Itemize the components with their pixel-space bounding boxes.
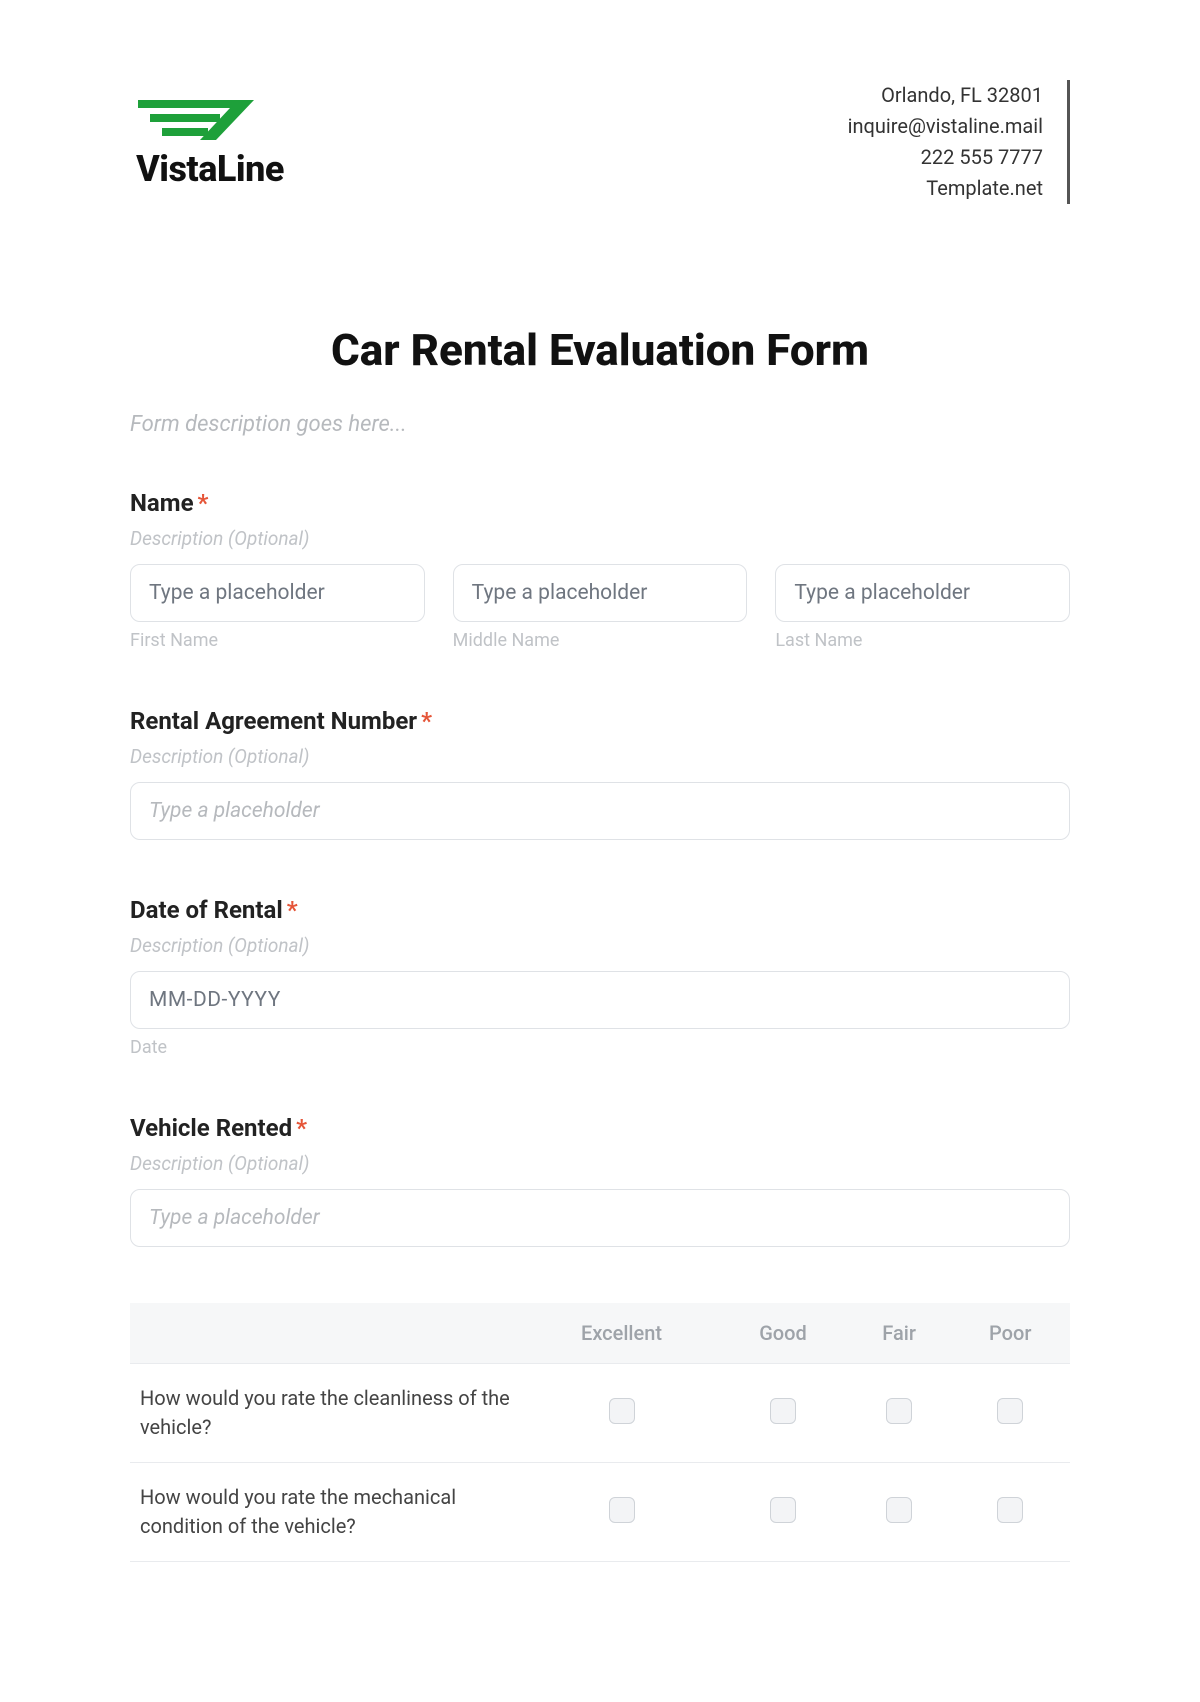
required-mark: * xyxy=(421,707,432,735)
checkbox[interactable] xyxy=(886,1497,912,1523)
checkbox[interactable] xyxy=(770,1497,796,1523)
checkbox[interactable] xyxy=(770,1398,796,1424)
checkbox[interactable] xyxy=(997,1398,1023,1424)
date-sublabel: Date xyxy=(130,1037,1070,1058)
required-mark: * xyxy=(287,896,298,924)
agreement-label: Rental Agreement Number* xyxy=(130,707,1070,735)
rating-question: How would you rate the mechanical condit… xyxy=(130,1463,525,1562)
name-label: Name* xyxy=(130,489,1070,517)
contact-email: inquire@vistaline.mail xyxy=(848,111,1043,142)
field-vehicle: Vehicle Rented* Description (Optional) xyxy=(130,1114,1070,1247)
vehicle-desc[interactable]: Description (Optional) xyxy=(130,1152,1070,1175)
last-name-input[interactable] xyxy=(775,564,1070,622)
wing-icon xyxy=(130,94,290,148)
vehicle-label-text: Vehicle Rented xyxy=(130,1114,292,1142)
vehicle-input[interactable] xyxy=(130,1189,1070,1247)
required-mark: * xyxy=(296,1114,307,1142)
table-row: How would you rate the mechanical condit… xyxy=(130,1463,1070,1562)
agreement-label-text: Rental Agreement Number xyxy=(130,707,417,735)
date-label: Date of Rental* xyxy=(130,896,1070,924)
last-name-sublabel: Last Name xyxy=(775,630,1070,651)
checkbox[interactable] xyxy=(886,1398,912,1424)
table-row: How would you rate the cleanliness of th… xyxy=(130,1364,1070,1463)
field-name: Name* Description (Optional) First Name … xyxy=(130,489,1070,651)
rating-col-excellent: Excellent xyxy=(525,1303,718,1364)
page-header: VistaLine Orlando, FL 32801 inquire@vist… xyxy=(130,80,1070,204)
date-desc[interactable]: Description (Optional) xyxy=(130,934,1070,957)
vehicle-label: Vehicle Rented* xyxy=(130,1114,1070,1142)
contact-address: Orlando, FL 32801 xyxy=(848,80,1043,111)
checkbox[interactable] xyxy=(609,1497,635,1523)
middle-name-sublabel: Middle Name xyxy=(453,630,748,651)
contact-info: Orlando, FL 32801 inquire@vistaline.mail… xyxy=(848,80,1070,204)
field-date: Date of Rental* Description (Optional) D… xyxy=(130,896,1070,1058)
form-title: Car Rental Evaluation Form xyxy=(130,324,1070,376)
name-desc[interactable]: Description (Optional) xyxy=(130,527,1070,550)
first-name-sublabel: First Name xyxy=(130,630,425,651)
required-mark: * xyxy=(198,489,209,517)
field-agreement: Rental Agreement Number* Description (Op… xyxy=(130,707,1070,840)
brand-logo: VistaLine xyxy=(130,94,290,190)
agreement-input[interactable] xyxy=(130,782,1070,840)
checkbox[interactable] xyxy=(997,1497,1023,1523)
contact-phone: 222 555 7777 xyxy=(848,142,1043,173)
agreement-desc[interactable]: Description (Optional) xyxy=(130,745,1070,768)
first-name-input[interactable] xyxy=(130,564,425,622)
date-input[interactable] xyxy=(130,971,1070,1029)
rating-col-fair: Fair xyxy=(848,1303,951,1364)
checkbox[interactable] xyxy=(609,1398,635,1424)
brand-name: VistaLine xyxy=(136,148,284,190)
rating-table: Excellent Good Fair Poor How would you r… xyxy=(130,1303,1070,1562)
rating-question: How would you rate the cleanliness of th… xyxy=(130,1364,525,1463)
rating-col-poor: Poor xyxy=(950,1303,1070,1364)
rating-header-blank xyxy=(130,1303,525,1364)
middle-name-input[interactable] xyxy=(453,564,748,622)
name-label-text: Name xyxy=(130,489,194,517)
date-label-text: Date of Rental xyxy=(130,896,283,924)
contact-site: Template.net xyxy=(848,173,1043,204)
rating-col-good: Good xyxy=(718,1303,847,1364)
form-description[interactable]: Form description goes here... xyxy=(130,412,1070,437)
